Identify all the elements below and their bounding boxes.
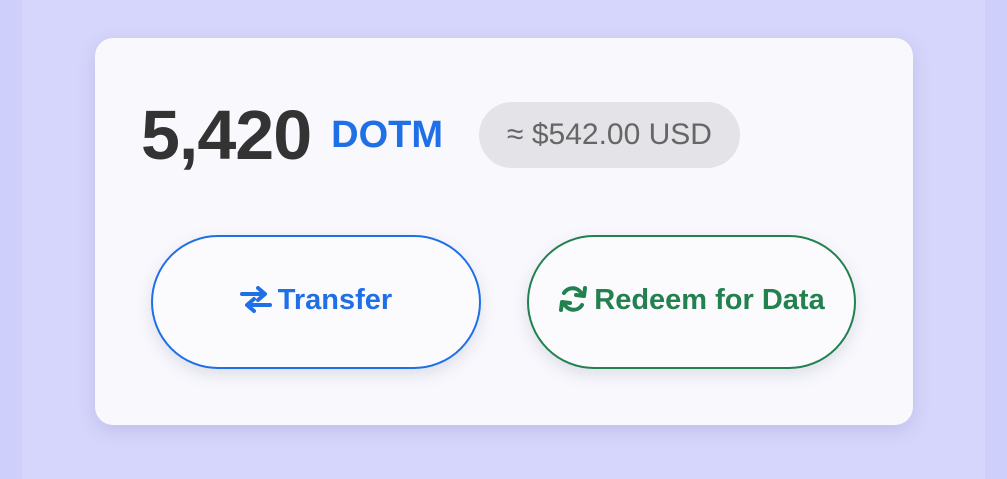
- token-balance-card: 5,420 DOTM ≈ $542.00 USD Transfer Redeem…: [95, 38, 913, 425]
- redeem-for-data-button[interactable]: Redeem for Data: [527, 235, 856, 369]
- transfer-button[interactable]: Transfer: [151, 235, 481, 369]
- balance-amount: 5,420: [141, 96, 312, 174]
- usd-equivalent-badge: ≈ $542.00 USD: [479, 102, 740, 168]
- refresh-icon: [558, 281, 588, 329]
- balance-row: 5,420 DOTM ≈ $542.00 USD: [141, 100, 740, 170]
- redeem-button-label: Redeem for Data: [594, 283, 825, 316]
- transfer-button-label: Transfer: [277, 283, 393, 316]
- token-symbol: DOTM: [331, 114, 444, 156]
- transfer-arrows-icon: [239, 281, 272, 329]
